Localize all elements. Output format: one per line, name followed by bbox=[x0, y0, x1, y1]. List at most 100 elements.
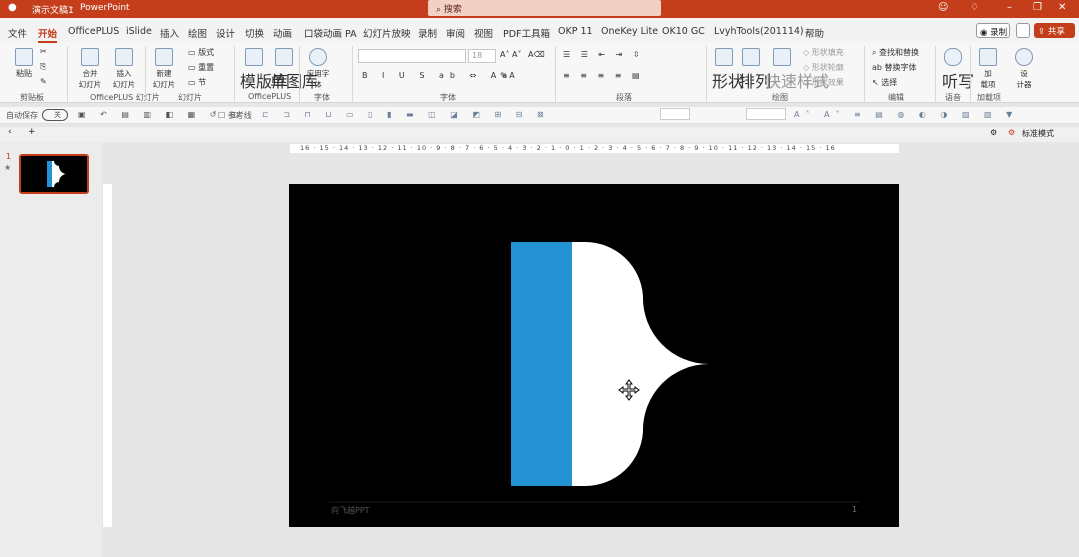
reference-line-checkbox[interactable]: ☐ 参考线 bbox=[218, 110, 252, 121]
tab-okp11[interactable]: OKP 11 bbox=[558, 26, 593, 37]
quick-style-icon bbox=[773, 48, 791, 66]
tab-home[interactable]: 开始 bbox=[38, 26, 58, 43]
template-library-button[interactable]: 模版库 bbox=[240, 48, 288, 92]
thumbnail-pane bbox=[0, 142, 102, 557]
align-buttons[interactable]: ≡ ≡ ≡ ≡ ▤ bbox=[563, 71, 644, 80]
tab-draw[interactable]: 绘图 bbox=[188, 26, 207, 40]
app-name: PowerPoint bbox=[80, 3, 130, 13]
share-button[interactable]: ⇪ 共享 bbox=[1034, 23, 1075, 38]
tab-transitions[interactable]: 切换 bbox=[245, 26, 264, 40]
font-style-buttons[interactable]: B I U S ab ⇔ Aa bbox=[362, 71, 513, 80]
merge-slides-icon bbox=[81, 48, 99, 66]
qat-more-tools[interactable]: A˄ A˅ ≡ ▤ ◍ ◐ ◑ ▨ ▧ ▼ bbox=[794, 110, 1018, 119]
shape-effect-button[interactable]: ◇ 形状效果 bbox=[803, 77, 844, 88]
add-tab-button[interactable]: + bbox=[28, 127, 36, 137]
insert-slide-button[interactable]: 插入 幻灯片 bbox=[110, 48, 138, 90]
title-bar: ● 演示文稿1 - PowerPoint ⌕ 搜索 ☺ ♢ – ❐ ✕ bbox=[0, 0, 1079, 18]
document-name: 演示文稿1 bbox=[32, 6, 74, 16]
star-icon: ★ bbox=[4, 163, 12, 172]
tab-pdf-toolbox[interactable]: PDF工具箱 bbox=[503, 26, 550, 40]
microphone-icon bbox=[944, 48, 962, 66]
tab-islide[interactable]: iSlide bbox=[126, 26, 152, 37]
lightbulb-icon[interactable]: ♢ bbox=[970, 2, 979, 13]
tab-help[interactable]: 帮助 bbox=[805, 26, 824, 40]
font-color-icon[interactable]: ✎ A bbox=[500, 71, 515, 80]
tab-animations[interactable]: 动画 bbox=[273, 26, 292, 40]
slide-graphics bbox=[289, 184, 899, 527]
select-button[interactable]: ↖ 选择 bbox=[872, 77, 897, 88]
qat-line-input[interactable] bbox=[746, 108, 786, 120]
merge-slides-button[interactable]: 合并 幻灯片 bbox=[76, 48, 104, 90]
replace-font-button[interactable]: ab 替换字体 bbox=[872, 62, 917, 73]
blue-rectangle bbox=[511, 242, 572, 486]
record-button[interactable]: ◉ 录制 bbox=[976, 23, 1010, 38]
thumbnail-preview bbox=[47, 161, 66, 187]
cut-icon[interactable]: ✂ bbox=[40, 47, 47, 56]
find-replace-button[interactable]: ⌕ 查找和替换 bbox=[872, 47, 919, 58]
tab-ok10-gc[interactable]: OK10 GC bbox=[662, 26, 705, 37]
apply-font-button[interactable]: 应用字 体 bbox=[305, 48, 331, 90]
designer-button[interactable]: 设 计器 bbox=[1013, 48, 1035, 90]
tab-design[interactable]: 设计 bbox=[216, 26, 235, 40]
menu-bar: 文件 开始 OfficePLUS iSlide 插入 绘图 设计 切换 动画 口… bbox=[0, 18, 1079, 43]
collapse-icon[interactable]: ‹ bbox=[8, 127, 12, 137]
tab-view[interactable]: 视图 bbox=[474, 26, 493, 40]
horizontal-ruler: 16 · 15 · 14 · 13 · 12 · 11 · 10 · 9 · 8… bbox=[290, 144, 899, 153]
mode-icon[interactable]: ⚙ bbox=[1008, 128, 1015, 137]
shape-button[interactable]: 形状 bbox=[712, 48, 744, 92]
layout-button[interactable]: ▭ 版式 bbox=[188, 47, 214, 58]
arrange-button[interactable]: 排列 bbox=[739, 48, 771, 92]
tab-insert[interactable]: 插入 bbox=[160, 26, 179, 40]
search-box[interactable]: ⌕ 搜索 bbox=[428, 0, 661, 16]
align-tools[interactable]: ⊏ ⊐ ⊓ ⊔ ▭ ▯ ▮ ▬ ◫ ◪ ◩ ⊞ ⊟ ⊠ bbox=[262, 110, 550, 119]
font-name-input[interactable] bbox=[358, 49, 466, 63]
tab-file[interactable]: 文件 bbox=[8, 26, 27, 40]
arrange-icon bbox=[742, 48, 760, 66]
designer-icon bbox=[1015, 48, 1033, 66]
clipboard-icon bbox=[15, 48, 33, 66]
image-library-icon bbox=[275, 48, 293, 66]
tab-onekey-lite[interactable]: OneKey Lite bbox=[601, 26, 658, 37]
section-button[interactable]: ▭ 节 bbox=[188, 77, 206, 88]
tab-record[interactable]: 录制 bbox=[418, 26, 437, 40]
search-placeholder: 搜索 bbox=[443, 5, 462, 15]
slide-footer-text: 向飞越PPT bbox=[331, 506, 370, 515]
tab-officeplus[interactable]: OfficePLUS bbox=[68, 26, 119, 37]
search-icon: ⌕ bbox=[436, 5, 442, 15]
reset-button[interactable]: ▭ 重置 bbox=[188, 62, 214, 73]
tab-pocket-animation[interactable]: 口袋动画 PA bbox=[304, 26, 357, 40]
close-icon[interactable]: ✕ bbox=[1058, 2, 1066, 13]
font-size-input[interactable]: 18 bbox=[468, 49, 496, 63]
slide[interactable] bbox=[289, 184, 899, 527]
new-slide-button[interactable]: 新建 幻灯片 bbox=[150, 48, 178, 90]
slide-page-number: 1 bbox=[852, 505, 858, 514]
slide-thumbnail[interactable] bbox=[19, 154, 89, 194]
shape-fill-button[interactable]: ◇ 形状填充 bbox=[803, 47, 844, 58]
avatar[interactable]: ☺ bbox=[938, 2, 948, 13]
powerpoint-logo-icon: ● bbox=[8, 2, 17, 13]
copy-icon[interactable]: ⎘ bbox=[40, 62, 46, 72]
settings-icon[interactable]: ⚙ bbox=[990, 128, 997, 137]
vertical-ruler bbox=[103, 184, 112, 527]
restore-icon[interactable]: ❐ bbox=[1033, 2, 1042, 13]
dictate-button[interactable]: 听写 bbox=[942, 48, 974, 92]
paste-button[interactable]: 粘贴 bbox=[12, 48, 36, 79]
minimize-icon[interactable]: – bbox=[1007, 2, 1012, 13]
tab-review[interactable]: 审阅 bbox=[446, 26, 465, 40]
single-image-library-button[interactable]: 单图库 bbox=[270, 48, 318, 92]
comments-button[interactable] bbox=[1016, 23, 1030, 38]
clear-format-icon[interactable]: A⌫ bbox=[528, 50, 545, 59]
format-painter-icon[interactable]: ✎ bbox=[40, 77, 47, 86]
addins-button[interactable]: 加 载项 bbox=[977, 48, 999, 90]
autosave-toggle[interactable]: 关 bbox=[42, 109, 68, 121]
quick-style-button[interactable]: 快速样式 bbox=[765, 48, 829, 92]
list-buttons[interactable]: ☰ ☰ ⇤ ⇥ ⇳ bbox=[563, 50, 644, 59]
tab-slideshow[interactable]: 幻灯片放映 bbox=[363, 26, 411, 40]
view-mode-label[interactable]: 标准模式 bbox=[1022, 128, 1054, 139]
qat-size-input[interactable] bbox=[660, 108, 690, 120]
tab-lvyhtools[interactable]: LvyhTools(201114) bbox=[714, 26, 804, 37]
new-slide-icon bbox=[155, 48, 173, 66]
increase-font-icon[interactable]: A˄ A˅ bbox=[500, 50, 522, 59]
slide-number: 1 bbox=[6, 152, 12, 161]
shape-outline-button[interactable]: ◇ 形状轮廓 bbox=[803, 62, 844, 73]
